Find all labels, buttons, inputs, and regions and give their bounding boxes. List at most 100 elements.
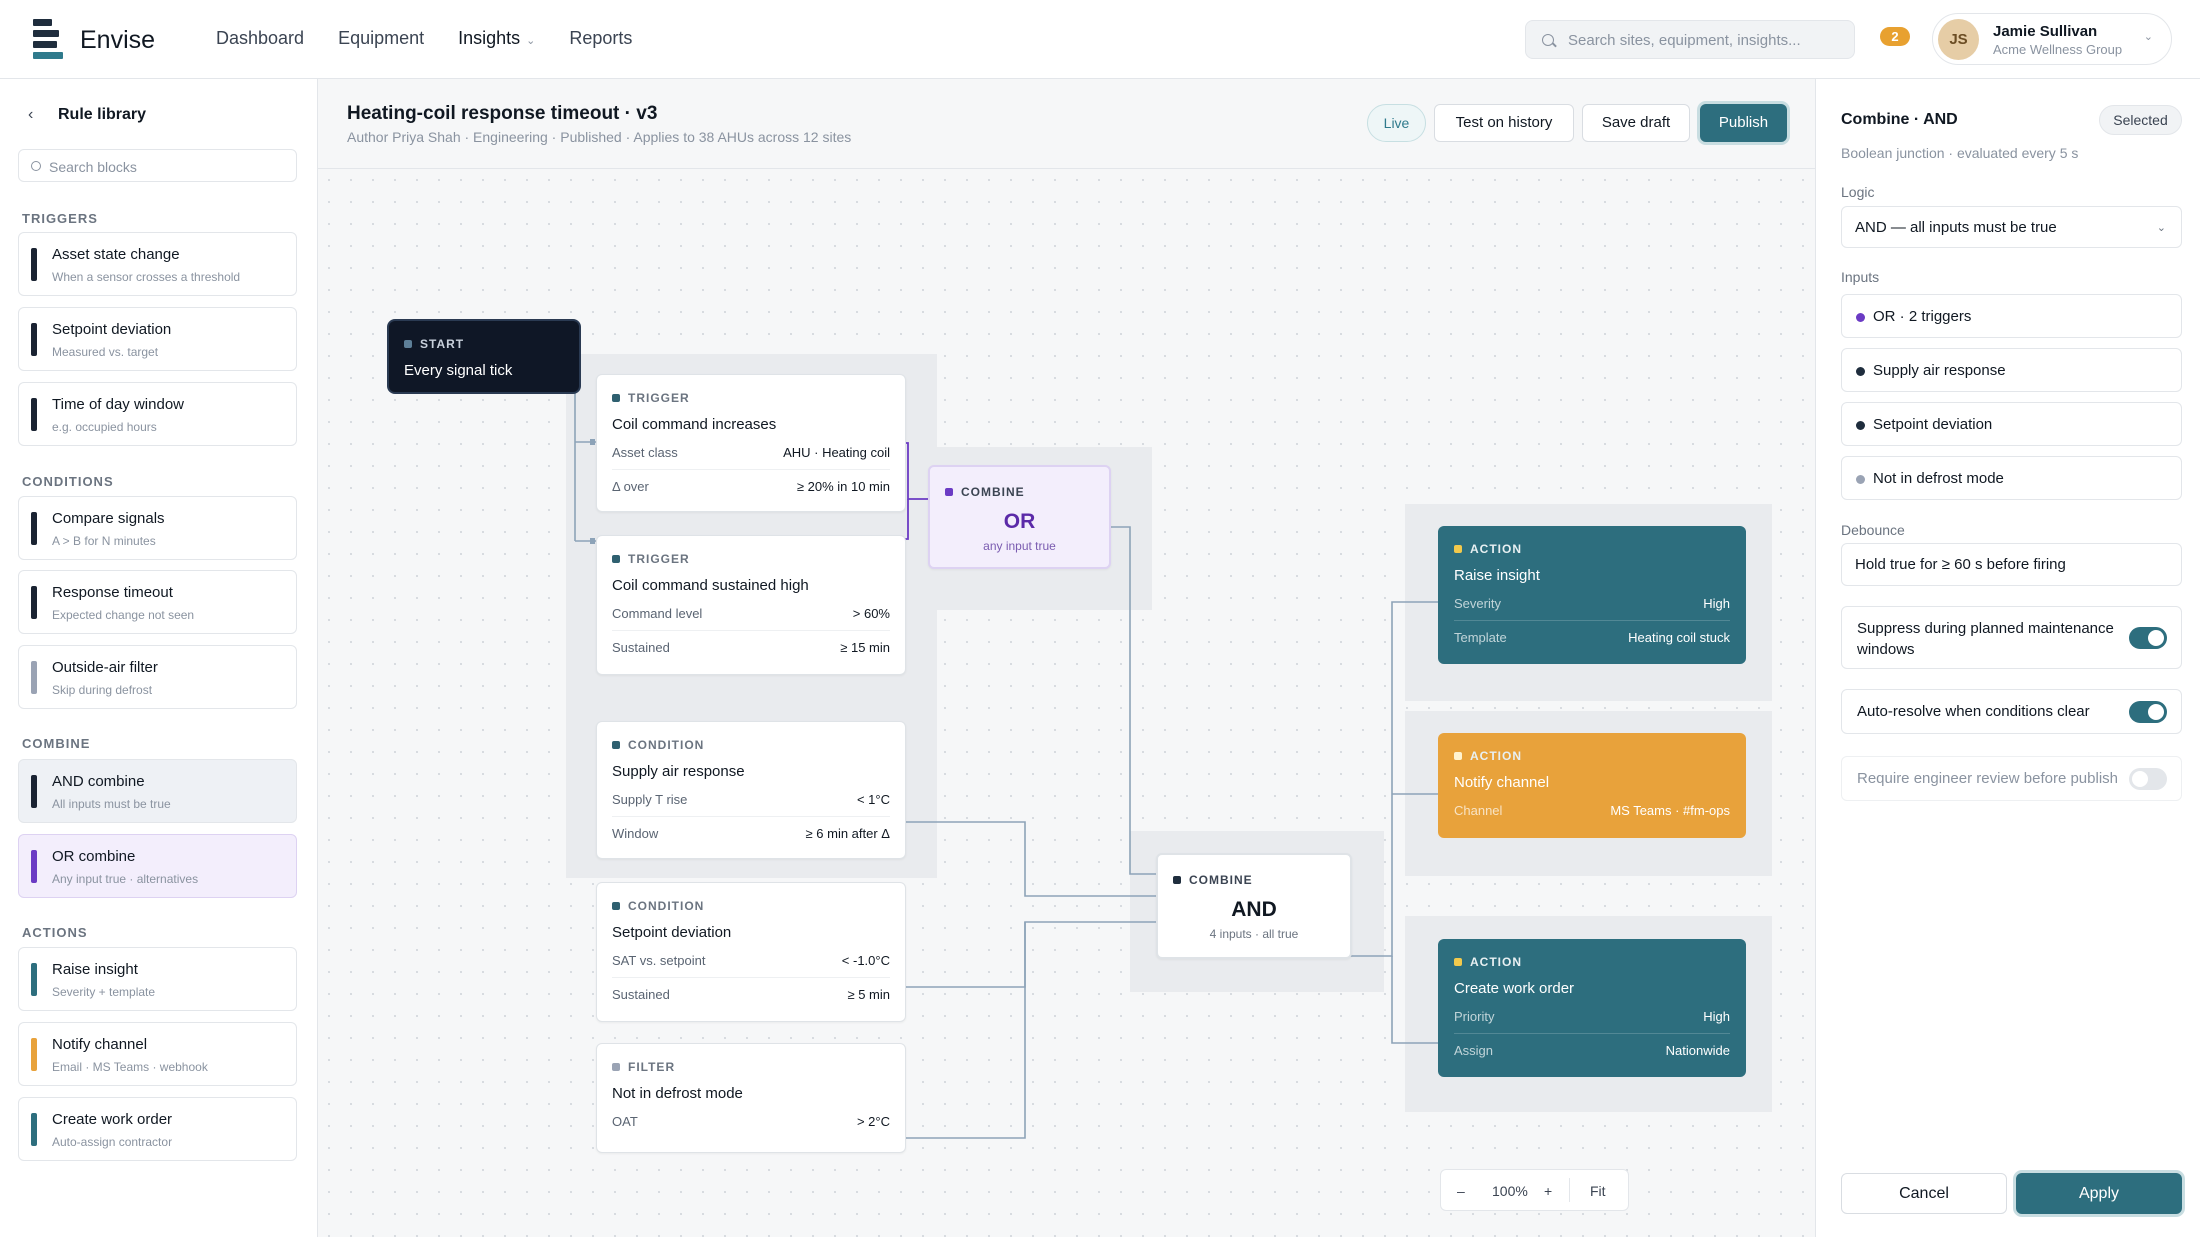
- action-node-raise-insight[interactable]: ACTION Raise insight Severity High Templa…: [1438, 526, 1746, 664]
- filter-node-not-in-defrost-mode[interactable]: FILTER Not in defrost mode OAT > 2°C: [596, 1043, 906, 1153]
- node-name: Raise insight: [1454, 567, 1540, 584]
- input-item[interactable]: Not in defrost mode: [1841, 456, 2182, 500]
- nav-reports[interactable]: Reports: [569, 28, 632, 49]
- or-combine-node[interactable]: COMBINE OR any input true: [928, 465, 1111, 569]
- input-dot-icon: [1856, 367, 1865, 376]
- section-label-combine: COMBINE: [22, 736, 91, 751]
- block-subtitle: e.g. occupied hours: [52, 420, 157, 434]
- engineer-review-toggle[interactable]: [2129, 768, 2167, 790]
- user-name: Jamie Sullivan: [1993, 23, 2098, 40]
- block-search-input[interactable]: Search blocks: [18, 149, 297, 182]
- node-kind-icon: [1454, 958, 1462, 966]
- back-arrow-icon[interactable]: ‹: [28, 106, 33, 124]
- node-name: Setpoint deviation: [612, 924, 732, 941]
- block-title: Outside-air filter: [52, 659, 158, 676]
- global-search-input[interactable]: Search sites, equipment, insights...: [1525, 20, 1855, 59]
- block-subtitle: When a sensor crosses a threshold: [52, 270, 241, 284]
- node-kind-icon: [612, 902, 620, 910]
- input-item[interactable]: Supply air response: [1841, 348, 2182, 392]
- nav-equipment[interactable]: Equipment: [338, 28, 424, 49]
- input-item[interactable]: Setpoint deviation: [1841, 402, 2182, 446]
- condition-node-supply-air-response[interactable]: CONDITION Supply air response Supply T r…: [596, 721, 906, 859]
- avatar: JS: [1938, 19, 1979, 60]
- cond1-to-and-wire: [905, 821, 1156, 897]
- trigger1-to-or-wire: [905, 442, 930, 500]
- node-name: Create work order: [1454, 980, 1575, 997]
- suppress-maintenance-toggle[interactable]: [2129, 627, 2167, 649]
- node-kind-icon: [612, 1063, 620, 1071]
- apply-button[interactable]: Apply: [2016, 1173, 2182, 1214]
- node-row: Severity High: [1454, 596, 1730, 611]
- block-color-bar: [31, 512, 37, 545]
- rule-canvas[interactable]: START Every signal tick TRIGGER Coil com…: [318, 169, 1815, 1237]
- node-row: Assign Nationwide: [1454, 1033, 1730, 1066]
- action-node-create-work-order[interactable]: ACTION Create work order Priority High As…: [1438, 939, 1746, 1077]
- block-asset-state-change[interactable]: Asset state change When a sensor crosses…: [18, 232, 297, 296]
- node-row: Supply T rise < 1°C: [612, 792, 890, 807]
- node-row: OAT > 2°C: [612, 1114, 890, 1129]
- input-dot-icon: [1856, 421, 1865, 430]
- node-kind-icon: [612, 741, 620, 749]
- node-kind-icon: [404, 340, 412, 348]
- publish-button[interactable]: Publish: [1700, 104, 1787, 142]
- logic-select-value: AND — all inputs must be true: [1855, 219, 2057, 236]
- block-raise-insight[interactable]: Raise insight Severity + template: [18, 947, 297, 1011]
- block-title: Create work order: [52, 1111, 173, 1128]
- block-compare-signals[interactable]: Compare signals A > B for N minutes: [18, 496, 297, 560]
- block-response-timeout[interactable]: Response timeout Expected change not see…: [18, 570, 297, 634]
- auto-resolve-toggle[interactable]: [2129, 701, 2167, 723]
- block-and-combine[interactable]: AND combine All inputs must be true: [18, 759, 297, 823]
- chevron-down-icon: ⌄: [2143, 31, 2153, 43]
- start-node[interactable]: START Every signal tick: [389, 321, 579, 392]
- test-on-history-button[interactable]: Test on history: [1434, 104, 1574, 142]
- section-label-actions: ACTIONS: [22, 925, 88, 940]
- condition-node-setpoint-deviation[interactable]: CONDITION Setpoint deviation SAT vs. set…: [596, 882, 906, 1022]
- rule-meta: Author Priya Shah · Engineering · Publis…: [347, 129, 852, 145]
- zoom-out-button[interactable]: –: [1457, 1183, 1465, 1199]
- logic-select[interactable]: AND — all inputs must be true ⌄: [1841, 206, 2182, 248]
- save-draft-button[interactable]: Save draft: [1582, 104, 1690, 142]
- block-time-of-day-window[interactable]: Time of day window e.g. occupied hours: [18, 382, 297, 446]
- and-combine-node[interactable]: COMBINE AND 4 inputs · all true: [1156, 853, 1352, 959]
- status-badge: Live: [1367, 104, 1426, 142]
- envise-logo-icon[interactable]: [33, 19, 63, 59]
- trigger-node-coil-command-increases[interactable]: TRIGGER Coil command increases Asset cla…: [596, 374, 906, 512]
- block-setpoint-deviation[interactable]: Setpoint deviation Measured vs. target: [18, 307, 297, 371]
- block-outside-air-filter[interactable]: Outside-air filter Skip during defrost: [18, 645, 297, 709]
- block-title: Notify channel: [52, 1036, 148, 1053]
- node-name: Notify channel: [1454, 774, 1550, 791]
- combine-subtitle: any input true: [983, 539, 1056, 553]
- zoom-in-button[interactable]: +: [1544, 1183, 1552, 1199]
- nav-dashboard[interactable]: Dashboard: [216, 28, 304, 49]
- rule-library-sidebar: ‹ Rule library Search blocks TRIGGERS As…: [0, 79, 318, 1237]
- input-item[interactable]: OR · 2 triggers: [1841, 294, 2182, 338]
- block-create-work-order[interactable]: Create work order Auto-assign contractor: [18, 1097, 297, 1161]
- notification-badge[interactable]: 2: [1880, 27, 1910, 46]
- node-kind: CONDITION: [612, 738, 704, 752]
- node-row: Δ over ≥ 20% in 10 min: [612, 469, 890, 502]
- block-title: AND combine: [52, 773, 145, 790]
- zoom-divider: [1569, 1178, 1570, 1202]
- input-dot-icon: [1856, 313, 1865, 322]
- connector-dot: [590, 538, 595, 544]
- block-notify-channel[interactable]: Notify channel Email · MS Teams · webhoo…: [18, 1022, 297, 1086]
- toggle-row-suppress-maintenance: Suppress during planned maintenance wind…: [1841, 606, 2182, 669]
- block-color-bar: [31, 398, 37, 431]
- debounce-field[interactable]: Hold true for ≥ 60 s before firing: [1841, 543, 2182, 586]
- block-color-bar: [31, 586, 37, 619]
- nav-insights[interactable]: Insights ⌄: [458, 28, 535, 49]
- cancel-button[interactable]: Cancel: [1841, 1173, 2007, 1214]
- block-color-bar: [31, 963, 37, 996]
- user-org: Acme Wellness Group: [1993, 42, 2123, 57]
- node-row: Sustained ≥ 5 min: [612, 977, 890, 1010]
- action-node-notify-channel[interactable]: ACTION Notify channel Channel MS Teams · …: [1438, 733, 1746, 838]
- block-subtitle: Auto-assign contractor: [52, 1135, 173, 1149]
- block-color-bar: [31, 850, 37, 883]
- trigger-node-coil-command-sustained-high[interactable]: TRIGGER Coil command sustained high Comm…: [596, 535, 906, 675]
- block-or-combine[interactable]: OR combine Any input true · alternatives: [18, 834, 297, 898]
- zoom-fit-button[interactable]: Fit: [1590, 1183, 1606, 1199]
- user-menu[interactable]: JS Jamie Sullivan Acme Wellness Group ⌄: [1932, 13, 2172, 65]
- sidebar-title: Rule library: [58, 106, 147, 123]
- node-row: Asset class AHU · Heating coil: [612, 445, 890, 460]
- section-label-conditions: CONDITIONS: [22, 474, 114, 489]
